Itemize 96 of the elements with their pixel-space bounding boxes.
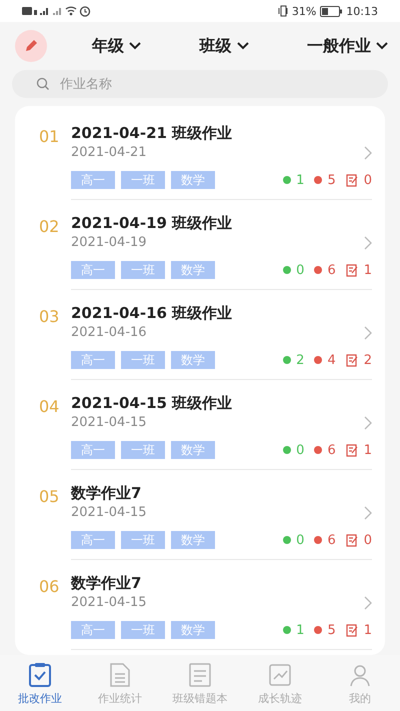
correct-count: 0 [296,262,304,278]
status-dot [314,446,322,454]
assignment-date: 2021-04-15 [71,505,147,520]
assignment-title[interactable]: 数学作业7 [71,574,372,593]
row-number: 03 [39,307,60,326]
wrong-count: 6 [327,262,336,278]
unmarked-count: 1 [364,442,372,458]
tag-label: 高一 [71,351,115,369]
assignment-date: 2021-04-16 [71,325,147,340]
unmarked-count: 0 [364,172,372,188]
status-dot [314,536,322,544]
status-dot [314,176,322,184]
tag-label: 高一 [71,171,115,189]
chevron-right-icon[interactable] [364,326,372,340]
assignment-date: 2021-04-15 [71,595,147,610]
status-dot [314,626,322,634]
search-field[interactable]: 作业名称 [12,70,388,98]
tag-label: 高一 [71,441,115,459]
wrong-count: 6 [327,532,336,548]
edit-document-icon [346,174,359,186]
chevron-down-icon [236,42,248,50]
chevron-right-icon[interactable] [364,146,372,160]
status-dot [283,536,292,544]
unmarked-count: 1 [364,262,372,278]
wrong-count: 6 [327,442,336,458]
tag-label: 高一 [71,261,115,279]
row-number: 01 [39,127,60,146]
assignment-date: 2021-04-19 [71,235,147,250]
pencil-icon [24,39,38,53]
chevron-down-icon [129,42,141,50]
tag-label: 高一 [71,621,115,639]
chevron-down-icon [376,42,388,50]
tag-label: 数学 [171,441,215,459]
status-dot [283,446,292,454]
status-dot [283,356,292,364]
battery-icon [320,6,342,16]
wrong-count: 4 [327,352,336,368]
correct-count: 2 [296,352,304,368]
edit-document-icon [346,264,359,276]
chevron-right-icon[interactable] [364,596,372,610]
edit-button[interactable] [15,30,47,62]
edit-document-icon [346,624,359,636]
status-dot [283,626,292,634]
status-dot [314,266,322,274]
chevron-right-icon[interactable] [364,416,372,430]
tag-label: 数学 [171,621,215,639]
tag-label: 数学 [171,531,215,549]
assignment-date: 2021-04-15 [71,415,147,430]
battery-percentage: 31% [292,4,316,18]
assignment-title[interactable]: 2021-04-15 班级作业 [71,394,372,413]
tag-label: 一班 [121,621,165,639]
filter-dropdown[interactable]: 班级 [200,36,248,56]
filter-dropdown[interactable]: 年级 [92,36,141,56]
assignment-title[interactable]: 2021-04-19 班级作业 [71,214,372,233]
clock-time: 10:13 [346,4,378,18]
tag-label: 数学 [171,261,215,279]
tag-label: 数学 [171,351,215,369]
edit-document-icon [346,354,359,366]
clipboard-check-icon [26,660,54,688]
unmarked-count: 1 [364,622,372,638]
chevron-right-icon[interactable] [364,236,372,250]
correct-count: 0 [296,532,304,548]
tag-label: 一班 [121,171,165,189]
nav-tab[interactable]: 批改作业 [0,655,80,711]
unmarked-count: 0 [364,532,372,548]
edit-document-icon [346,534,359,546]
status-dot [283,266,292,274]
row-number: 05 [39,487,60,506]
tag-label: 高一 [71,531,115,549]
assignment-title[interactable]: 2021-04-16 班级作业 [71,304,372,323]
status-dot [314,356,322,364]
search-icon [36,77,50,91]
filter-dropdown[interactable]: 一般作业 [307,36,388,56]
wrong-count: 5 [327,622,336,638]
tag-label: 一班 [121,441,165,459]
tag-label: 一班 [121,531,165,549]
tag-label: 一班 [121,261,165,279]
assignment-date: 2021-04-21 [71,145,147,160]
correct-count: 1 [296,622,304,638]
correct-count: 1 [296,172,304,188]
correct-count: 0 [296,442,304,458]
search-input[interactable]: 作业名称 [58,76,388,92]
assignment-title[interactable]: 2021-04-21 班级作业 [71,124,372,143]
status-dot [283,176,292,184]
unmarked-count: 2 [364,352,372,368]
chevron-right-icon[interactable] [364,506,372,520]
row-number: 06 [39,577,60,596]
assignment-title[interactable]: 数学作业7 [71,484,372,503]
tag-label: 数学 [171,171,215,189]
wrong-count: 5 [327,172,336,188]
row-number: 04 [39,397,60,416]
edit-document-icon [346,444,359,456]
vibrate-icon [278,5,288,17]
row-number: 02 [39,217,60,236]
tag-label: 一班 [121,351,165,369]
status-icons-drawing [22,5,92,17]
